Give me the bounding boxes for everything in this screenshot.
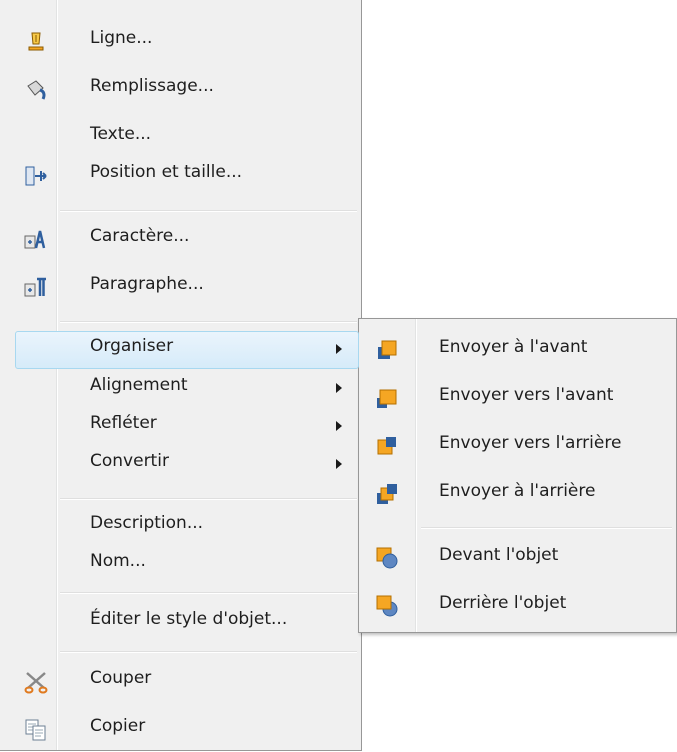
submenu-item-label: Envoyer à l'avant [439,337,588,357]
organiser-submenu: Envoyer à l'avant Envoyer vers l'avant E… [358,318,677,633]
submenu-item-label: Envoyer vers l'avant [439,385,614,405]
copy-icon [24,718,48,742]
menu-separator [60,651,357,653]
context-menu: Ligne... Remplissage... Texte... Positio… [0,0,362,751]
submenu-arrow-icon [336,459,342,469]
menu-item-nom[interactable]: Nom... [2,543,359,587]
send-backward-icon [375,434,399,458]
menu-item-label: Nom... [90,551,146,571]
submenu-item-label: Envoyer vers l'arrière [439,433,622,453]
menu-item-label: Alignement [90,375,188,395]
menu-item-label: Description... [90,513,204,533]
menu-item-label: Couper [90,668,152,688]
submenu-item-devant-objet[interactable]: Devant l'objet [361,537,674,581]
menu-item-remplissage[interactable]: Remplissage... [2,68,359,112]
menu-separator [60,498,357,500]
menu-item-organiser[interactable]: Organiser [2,328,359,372]
paragraph-icon [24,276,48,300]
menu-item-caractere[interactable]: Caractère... [2,218,359,262]
menu-item-label: Texte... [90,124,152,144]
send-to-back-icon [375,482,399,506]
submenu-arrow-icon [336,383,342,393]
submenu-item-label: Envoyer à l'arrière [439,481,596,501]
position-size-icon [24,164,48,188]
submenu-item-derriere-objet[interactable]: Derrière l'objet [361,585,674,629]
submenu-arrow-icon [336,421,342,431]
menu-item-paragraphe[interactable]: Paragraphe... [2,266,359,310]
menu-item-convertir[interactable]: Convertir [2,443,359,487]
menu-separator [60,321,357,323]
character-icon [24,228,48,252]
menu-item-label: Organiser [90,336,174,356]
behind-object-icon [375,594,399,618]
menu-item-label: Refléter [90,413,157,433]
menu-item-label: Remplissage... [90,76,214,96]
menu-item-label: Paragraphe... [90,274,204,294]
menu-item-label: Caractère... [90,226,190,246]
submenu-arrow-icon [336,344,342,354]
submenu-item-envoyer-vers-arriere[interactable]: Envoyer vers l'arrière [361,425,674,469]
menu-separator [60,592,357,594]
menu-item-label: Position et taille... [90,162,243,182]
bring-to-front-icon [375,338,399,362]
scissors-icon [24,670,48,694]
menu-separator [60,210,357,212]
submenu-separator [421,527,672,529]
submenu-item-envoyer-vers-avant[interactable]: Envoyer vers l'avant [361,377,674,421]
menu-item-copier[interactable]: Copier [2,708,359,752]
submenu-item-envoyer-avant[interactable]: Envoyer à l'avant [361,329,674,373]
submenu-item-label: Devant l'objet [439,545,559,565]
bring-forward-icon [375,386,399,410]
menu-item-editer-style[interactable]: Éditer le style d'objet... [2,601,359,645]
pencil-line-icon [24,30,48,54]
menu-item-couper[interactable]: Couper [2,660,359,704]
submenu-item-label: Derrière l'objet [439,593,567,613]
menu-item-label: Ligne... [90,28,153,48]
menu-item-label: Convertir [90,451,169,471]
paint-bucket-icon [24,78,48,102]
submenu-item-envoyer-arriere[interactable]: Envoyer à l'arrière [361,473,674,517]
menu-item-position-taille[interactable]: Position et taille... [2,154,359,198]
in-front-of-object-icon [375,546,399,570]
menu-item-label: Éditer le style d'objet... [90,609,288,629]
menu-item-label: Copier [90,716,146,736]
menu-item-ligne[interactable]: Ligne... [2,20,359,64]
